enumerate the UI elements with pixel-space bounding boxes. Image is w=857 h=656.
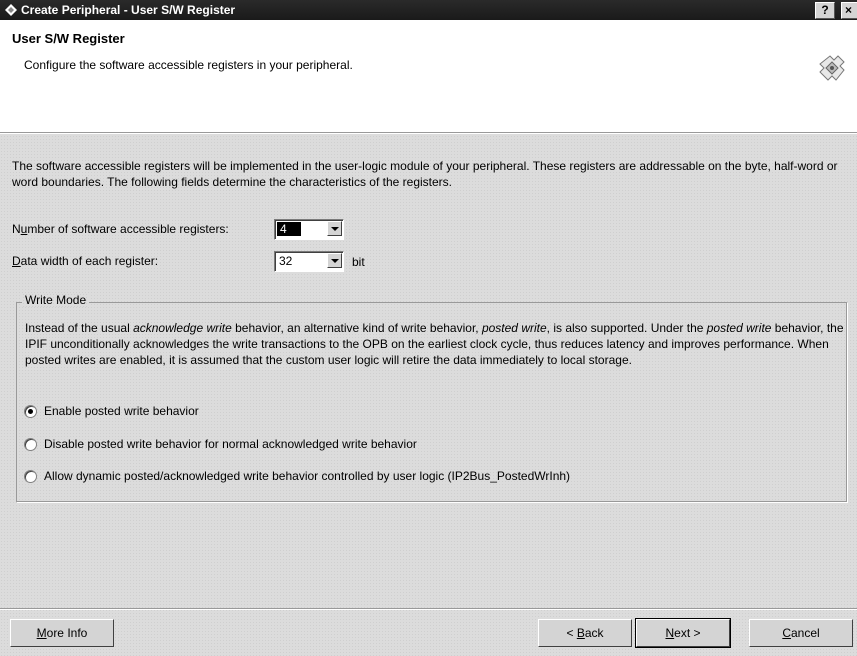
page-title: User S/W Register — [12, 31, 125, 46]
title-bar[interactable]: Create Peripheral - User S/W Register ? … — [0, 0, 857, 20]
radio-button[interactable] — [24, 470, 37, 483]
radio-button[interactable] — [24, 438, 37, 451]
radio-button[interactable] — [24, 405, 37, 418]
next-button[interactable]: Next > — [635, 618, 731, 648]
intro-text: The software accessible registers will b… — [12, 159, 838, 189]
num-registers-value: 4 — [277, 222, 301, 236]
radio-label: Enable posted write behavior — [44, 404, 199, 418]
app-icon — [4, 3, 18, 17]
radio-label: Allow dynamic posted/acknowledged write … — [44, 469, 571, 483]
data-width-value: 32 — [279, 254, 293, 268]
close-button[interactable]: × — [841, 2, 857, 19]
cancel-button[interactable]: Cancel — [749, 619, 853, 647]
data-width-select[interactable]: 32 — [274, 251, 344, 272]
data-width-unit: bit — [352, 255, 365, 269]
more-info-button[interactable]: More Info — [10, 619, 114, 647]
write-mode-description: Instead of the usual acknowledge write b… — [25, 321, 844, 367]
num-registers-label: Number of software accessible registers: — [12, 222, 229, 236]
chevron-down-icon[interactable] — [327, 253, 342, 268]
chevron-down-icon[interactable] — [327, 221, 342, 236]
help-button[interactable]: ? — [815, 2, 835, 19]
num-registers-select[interactable]: 4 — [274, 219, 344, 240]
back-button[interactable]: < Back — [538, 619, 632, 647]
data-width-label: Data width of each register: — [12, 254, 159, 268]
header-divider — [0, 132, 857, 134]
radio-label: Disable posted write behavior for normal… — [44, 437, 417, 451]
radio-selected-dot — [28, 409, 33, 414]
puzzle-icon — [814, 50, 850, 86]
wizard-header: User S/W Register Configure the software… — [0, 20, 857, 132]
write-mode-legend: Write Mode — [22, 293, 90, 307]
dialog-window: Create Peripheral - User S/W Register ? … — [0, 0, 857, 656]
window-title: Create Peripheral - User S/W Register — [21, 3, 236, 17]
page-subtitle: Configure the software accessible regist… — [24, 58, 353, 72]
footer-divider — [0, 608, 857, 610]
